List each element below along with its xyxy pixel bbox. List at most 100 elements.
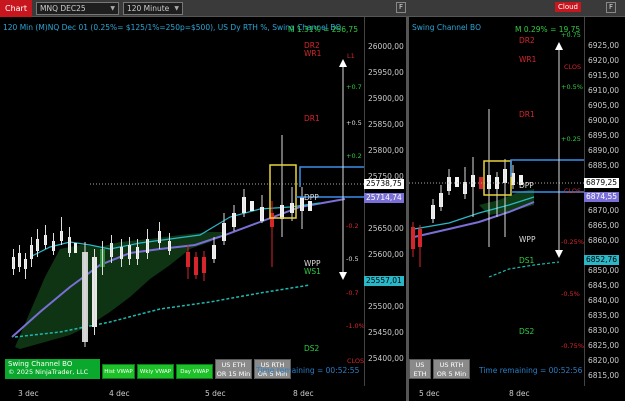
price-tick: 25900,00 — [368, 94, 404, 103]
instrument-selector[interactable]: MNQ DEC25 ▼ — [35, 1, 119, 15]
us-eth-or-button[interactable]: US ETH OR 15 Min — [215, 359, 252, 379]
right-button-row: US ETH OR 15 Min US RTH OR 5 Min — [409, 359, 470, 379]
left-dpp-label: DPP — [304, 193, 319, 202]
price-tick: 6830,00 — [588, 326, 620, 335]
price-tick: 25800,00 — [368, 146, 404, 155]
price-tick: 6860,00 — [588, 236, 620, 245]
right-chart-title: Swing Channel BO — [412, 23, 481, 32]
right-candles — [411, 109, 523, 267]
right-us-rth-or-button[interactable]: US RTH OR 5 Min — [433, 359, 470, 379]
right-low-price-badge: 6852,76 — [584, 255, 620, 265]
right-pct-label: -0.5% — [561, 290, 580, 298]
left-ds2-label: DS2 — [304, 344, 320, 353]
price-tick: 6905,00 — [588, 101, 620, 110]
interval-selector[interactable]: 120 Minute ▼ — [122, 1, 183, 15]
right-time-axis[interactable]: 5 dec 8 dec — [409, 386, 625, 401]
left-ws1-label: WS1 — [304, 267, 321, 276]
right-clos-label: CLOS — [564, 187, 582, 195]
price-tick: 6825,00 — [588, 341, 620, 350]
left-pct-label: +0.5 — [346, 119, 362, 127]
price-tick: 6870,00 — [588, 206, 620, 215]
price-tick: 6895,00 — [588, 131, 620, 140]
right-pct-label: +0.75 — [561, 31, 581, 39]
price-tick: 6900,00 — [588, 116, 620, 125]
left-wr1-label: WR1 — [304, 49, 322, 58]
price-tick: 6840,00 — [588, 296, 620, 305]
right-us-eth-or-button[interactable]: US ETH OR 15 Min — [409, 359, 431, 379]
price-tick: 25450,00 — [368, 328, 404, 337]
right-vwap-price-badge: 6874,55 — [584, 192, 620, 202]
cloud-button[interactable]: Cloud — [555, 2, 581, 12]
price-tick: 6865,00 — [588, 221, 620, 230]
right-plot-svg — [409, 42, 584, 278]
right-pct-label: -0.75% — [561, 342, 584, 350]
price-tick: 6910,00 — [588, 86, 620, 95]
right-or-high-line — [510, 159, 584, 177]
right-dr2-label: DR2 — [519, 36, 535, 45]
left-dr1-label: DR1 — [304, 114, 320, 123]
right-pct-label: +0.25 — [561, 135, 581, 143]
chart-menu-button[interactable]: Chart — [0, 0, 32, 17]
price-tick: 6920,00 — [588, 56, 620, 65]
left-chart-panel[interactable]: 120 Min (M)NQ Dec 01 (0.25%= $125/1%=250… — [0, 17, 364, 386]
right-f-button[interactable]: F — [606, 2, 616, 13]
right-pct-label: +0.5% — [561, 83, 583, 91]
price-tick: 6815,00 — [588, 371, 620, 380]
price-tick: 6925,00 — [588, 41, 620, 50]
left-clos-label: CLOS — [347, 357, 364, 365]
left-pct-label: +0.2 — [346, 152, 362, 160]
price-tick: 6850,00 — [588, 266, 620, 275]
hist-vwap-button[interactable]: Hist VWAP — [102, 364, 135, 379]
left-arrow-up-icon — [339, 59, 347, 67]
left-time-remaining: Time remaining = 00:52:55 — [256, 366, 360, 375]
left-vwap-price-badge: 25714,74 — [364, 193, 404, 203]
price-tick: 6835,00 — [588, 311, 620, 320]
price-tick: 26000,00 — [368, 42, 404, 51]
copyright-text: © 2025 NinjaTrader, LLC — [8, 368, 89, 376]
price-tick: 25400,00 — [368, 354, 404, 363]
left-f-button[interactable]: F — [396, 2, 406, 13]
right-time-remaining: Time remaining = 00:52:56 — [479, 366, 583, 375]
left-pct-label: -1.0% — [346, 322, 364, 330]
right-chart-panel[interactable]: Swing Channel BO M 0.29% = 19,75 DR2 WR1… — [409, 17, 584, 386]
right-dpp-label: DPP — [519, 181, 534, 190]
chevron-down-icon: ▼ — [110, 4, 115, 12]
price-tick: 25850,00 — [368, 120, 404, 129]
left-last-price-badge: 25738,75 — [364, 179, 404, 189]
right-arrow-up-icon — [555, 42, 563, 50]
left-arrow-down-icon — [339, 272, 347, 280]
price-tick: 6890,00 — [588, 146, 620, 155]
price-tick: 25950,00 — [368, 68, 404, 77]
time-tick: 8 dec — [509, 389, 530, 398]
time-tick: 5 dec — [419, 389, 440, 398]
left-pct-label: +0.7 — [346, 83, 362, 91]
left-low-price-badge: 25557,01 — [364, 276, 404, 286]
left-button-row: Swing Channel BO © 2025 NinjaTrader, LLC… — [5, 359, 291, 379]
interval-value: 120 Minute — [126, 3, 170, 13]
left-pct-label: -0.2 — [346, 222, 359, 230]
day-vwap-button[interactable]: Day VWAP — [176, 364, 213, 379]
right-wpp-label: WPP — [519, 235, 536, 244]
price-tick: 25500,00 — [368, 302, 404, 311]
left-stat-label: M 1.31% = 256,75 — [288, 25, 358, 34]
price-tick: 25650,00 — [368, 224, 404, 233]
price-tick: 25600,00 — [368, 250, 404, 259]
swing-channel-button[interactable]: Swing Channel BO © 2025 NinjaTrader, LLC — [5, 359, 100, 379]
chart-window: Chart MNQ DEC25 ▼ 120 Minute ▼ 120 Min (… — [0, 0, 625, 401]
chevron-down-icon: ▼ — [174, 4, 179, 12]
price-tick: 6915,00 — [588, 71, 620, 80]
right-ds1-label: DS1 — [519, 256, 535, 265]
right-ds2-label: DS2 — [519, 327, 535, 336]
wkly-vwap-button[interactable]: Wkly VWAP — [137, 364, 174, 379]
instrument-value: MNQ DEC25 — [39, 3, 86, 13]
right-arrow-down-icon — [555, 250, 563, 258]
time-tick: 8 dec — [293, 389, 314, 398]
price-tick: 6845,00 — [588, 281, 620, 290]
price-tick: 6820,00 — [588, 356, 620, 365]
right-pct-label: -0.25% — [561, 238, 584, 246]
chart-toolbar: Chart MNQ DEC25 ▼ 120 Minute ▼ — [0, 0, 625, 17]
right-clos-label: CLOS — [564, 63, 582, 71]
left-time-axis[interactable]: 3 dec 4 dec 5 dec 8 dec — [0, 386, 406, 401]
right-last-price-badge: 6879,25 — [584, 178, 620, 188]
swing-channel-title: Swing Channel BO — [8, 360, 73, 368]
